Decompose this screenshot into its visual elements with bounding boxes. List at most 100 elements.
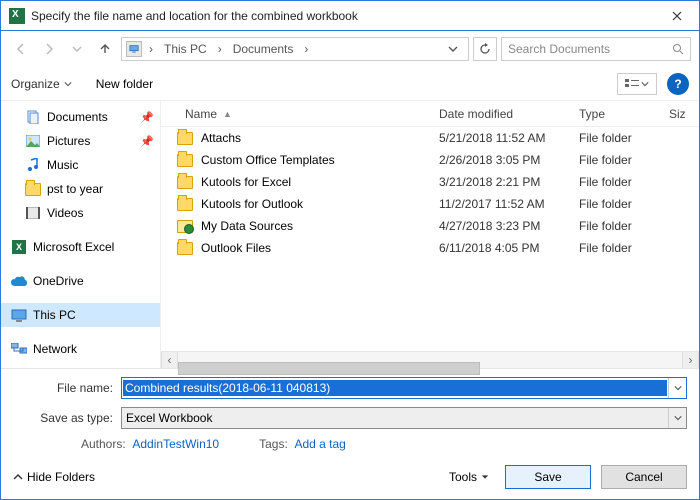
cancel-button[interactable]: Cancel — [601, 465, 687, 489]
file-date: 4/27/2018 3:23 PM — [439, 219, 579, 233]
dialog-body: Documents📌 Pictures 📌 Music pst to year V… — [1, 101, 699, 368]
search-icon — [672, 43, 684, 55]
breadcrumb-thispc[interactable]: This PC — [160, 42, 211, 56]
column-name[interactable]: Name▲ — [161, 107, 439, 121]
sidebar-item-pictures[interactable]: Pictures 📌 — [1, 129, 160, 153]
onedrive-icon — [11, 273, 27, 289]
breadcrumb-dropdown[interactable] — [442, 44, 464, 54]
nav-forward-button[interactable] — [37, 37, 61, 61]
sidebar-item-pst-to-year[interactable]: pst to year — [1, 177, 160, 201]
filename-dropdown[interactable] — [668, 378, 686, 398]
sidebar-item-excel[interactable]: X Microsoft Excel — [1, 235, 160, 259]
organize-menu[interactable]: Organize — [11, 77, 72, 91]
folder-icon — [177, 198, 193, 211]
tags-value[interactable]: Add a tag — [294, 437, 345, 451]
chevron-down-icon — [641, 80, 649, 88]
table-row[interactable]: Kutools for Outlook11/2/2017 11:52 AMFil… — [161, 193, 699, 215]
saveas-dropdown[interactable] — [668, 408, 686, 428]
table-row[interactable]: Attachs5/21/2018 11:52 AMFile folder — [161, 127, 699, 149]
refresh-button[interactable] — [473, 37, 497, 61]
file-name: My Data Sources — [201, 219, 293, 233]
file-list: Name▲ Date modified Type Siz Attachs5/21… — [161, 101, 699, 368]
sidebar-item-label: Microsoft Excel — [33, 240, 114, 254]
documents-icon — [25, 109, 41, 125]
sidebar-item-label: Pictures — [47, 134, 90, 148]
metadata-row: Authors: AddinTestWin10 Tags: Add a tag — [13, 437, 687, 451]
toolbar: Organize New folder ? — [1, 67, 699, 101]
nav-up-button[interactable] — [93, 37, 117, 61]
folder-icon — [177, 242, 193, 255]
horizontal-scrollbar[interactable]: ‹ › — [161, 351, 699, 368]
saveas-type-select[interactable]: Excel Workbook — [121, 407, 687, 429]
folder-icon — [177, 132, 193, 145]
arrow-right-icon — [42, 42, 56, 56]
chevron-down-icon — [674, 384, 682, 392]
file-type: File folder — [579, 197, 669, 211]
table-row[interactable]: Kutools for Excel3/21/2018 2:21 PMFile f… — [161, 171, 699, 193]
chevron-down-icon — [674, 414, 682, 422]
pin-icon: 📌 — [140, 135, 154, 148]
folder-icon — [177, 154, 193, 167]
scroll-right-button[interactable]: › — [682, 352, 699, 369]
filename-label: File name: — [13, 381, 113, 395]
chevron-up-icon — [13, 472, 23, 482]
file-date: 3/21/2018 2:21 PM — [439, 175, 579, 189]
pictures-icon — [25, 133, 41, 149]
sidebar-item-label: OneDrive — [33, 274, 84, 288]
scroll-left-button[interactable]: ‹ — [161, 352, 178, 369]
sidebar-item-network[interactable]: Network — [1, 337, 160, 361]
file-list-body[interactable]: Attachs5/21/2018 11:52 AMFile folderCust… — [161, 127, 699, 351]
sidebar-item-label: Network — [33, 342, 77, 356]
chevron-down-icon — [481, 473, 489, 481]
sidebar-item-videos[interactable]: Videos — [1, 201, 160, 225]
column-date[interactable]: Date modified — [439, 107, 579, 121]
file-name: Custom Office Templates — [201, 153, 335, 167]
breadcrumb-documents[interactable]: Documents — [229, 42, 298, 56]
sidebar-item-label: Documents — [47, 110, 108, 124]
excel-icon: X — [11, 239, 27, 255]
column-size[interactable]: Siz — [669, 107, 699, 121]
scroll-thumb[interactable] — [178, 362, 480, 375]
authors-value[interactable]: AddinTestWin10 — [132, 437, 219, 451]
file-type: File folder — [579, 241, 669, 255]
sidebar-item-thispc[interactable]: This PC — [1, 303, 160, 327]
videos-icon — [25, 205, 41, 221]
chevron-right-icon: › — [213, 42, 227, 56]
footer: Hide Folders Tools Save Cancel — [13, 465, 687, 489]
table-row[interactable]: My Data Sources4/27/2018 3:23 PMFile fol… — [161, 215, 699, 237]
nav-recent-button[interactable] — [65, 37, 89, 61]
excel-app-icon — [9, 8, 25, 24]
table-row[interactable]: Custom Office Templates2/26/2018 3:05 PM… — [161, 149, 699, 171]
search-input[interactable]: Search Documents — [501, 37, 691, 61]
nav-back-button[interactable] — [9, 37, 33, 61]
saveas-value: Excel Workbook — [122, 411, 668, 425]
chevron-down-icon — [64, 80, 72, 88]
help-button[interactable]: ? — [667, 73, 689, 95]
column-type[interactable]: Type — [579, 107, 669, 121]
nav-bar: › This PC › Documents › Search Documents — [1, 31, 699, 67]
music-icon — [25, 157, 41, 173]
column-headers: Name▲ Date modified Type Siz — [161, 101, 699, 127]
organize-label: Organize — [11, 77, 60, 91]
folder-icon — [25, 181, 41, 197]
network-icon — [11, 341, 27, 357]
sort-asc-icon: ▲ — [223, 109, 232, 119]
filename-input[interactable]: Combined results(2018-06-11 040813) — [121, 377, 687, 399]
close-button[interactable] — [654, 1, 699, 30]
hide-folders-button[interactable]: Hide Folders — [13, 470, 95, 484]
sidebar-item-onedrive[interactable]: OneDrive — [1, 269, 160, 293]
file-name: Kutools for Outlook — [201, 197, 303, 211]
view-options-button[interactable] — [617, 73, 657, 95]
tools-menu[interactable]: Tools — [449, 470, 489, 484]
save-button[interactable]: Save — [505, 465, 591, 489]
breadcrumb[interactable]: › This PC › Documents › — [121, 37, 469, 61]
sidebar-item-documents[interactable]: Documents📌 — [1, 105, 160, 129]
sidebar-item-label: Videos — [47, 206, 83, 220]
file-name: Kutools for Excel — [201, 175, 291, 189]
new-folder-button[interactable]: New folder — [96, 77, 153, 91]
folder-icon — [177, 176, 193, 189]
table-row[interactable]: Outlook Files6/11/2018 4:05 PMFile folde… — [161, 237, 699, 259]
sidebar-item-label: This PC — [33, 308, 76, 322]
file-date: 6/11/2018 4:05 PM — [439, 241, 579, 255]
sidebar-item-music[interactable]: Music — [1, 153, 160, 177]
